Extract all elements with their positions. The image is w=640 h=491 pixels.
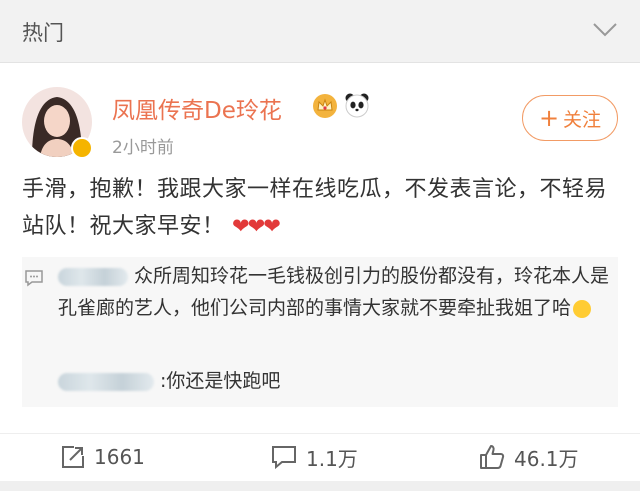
section-header: 热门 [0,0,640,63]
follow-label: 关注 [563,108,602,131]
author-name[interactable]: 凤凰传奇De玲花 [112,91,282,125]
action-bar: 1661 1.1万 46.1万 [0,433,640,478]
post-time: 2小时前 [112,138,174,158]
verified-badge-icon [71,137,93,159]
comment-count: 1.1万 [306,446,358,471]
like-count: 46.1万 [514,446,579,471]
post-text: 手滑，抱歉！我跟大家一样在线吃瓜，不发表言论，不轻易站队！祝大家早安！ ❤❤❤ [22,171,622,245]
crown-icon [313,94,337,118]
panda-icon [345,93,369,118]
hot-comments[interactable]: 众所周知玲花一毛钱极创引力的股份都没有，玲花本人是孔雀廊的艺人，他们公司内部的事… [22,257,618,407]
divider [0,481,640,491]
comment-text: :你还是快跑吧 [160,370,281,392]
thumbs-up-icon [480,445,505,469]
plus-icon: + [538,104,560,132]
repost-count: 1661 [94,445,145,469]
comment-bubble-icon [25,270,43,287]
follow-button[interactable]: + 关注 [522,95,618,141]
smile-emoji-icon [573,299,592,318]
post-body-text: 手滑，抱歉！我跟大家一样在线吃瓜，不发表言论，不轻易站队！祝大家早安！ [22,177,608,239]
repost-icon [62,446,84,468]
chevron-down-icon[interactable] [592,20,618,38]
comment-text: 众所周知玲花一毛钱极创引力的股份都没有，玲花本人是孔雀廊的艺人，他们公司内部的事… [58,265,610,319]
comment-button[interactable]: 1.1万 [270,440,358,474]
like-button[interactable]: 46.1万 [478,440,579,474]
comment-icon [272,446,296,470]
section-title: 热门 [22,21,64,45]
heart-icons: ❤❤❤ [232,214,281,238]
comment-item[interactable]: :你还是快跑吧 [58,365,618,397]
repost-button[interactable]: 1661 [60,440,145,474]
blurred-username [58,372,154,391]
blurred-username [58,267,128,286]
comment-item[interactable]: 众所周知玲花一毛钱极创引力的股份都没有，玲花本人是孔雀廊的艺人，他们公司内部的事… [58,260,618,324]
weibo-post: 凤凰传奇De玲花 2小时前 + 关注 手滑，抱歉！我跟大家一样在线吃瓜，不发表言… [0,63,640,491]
